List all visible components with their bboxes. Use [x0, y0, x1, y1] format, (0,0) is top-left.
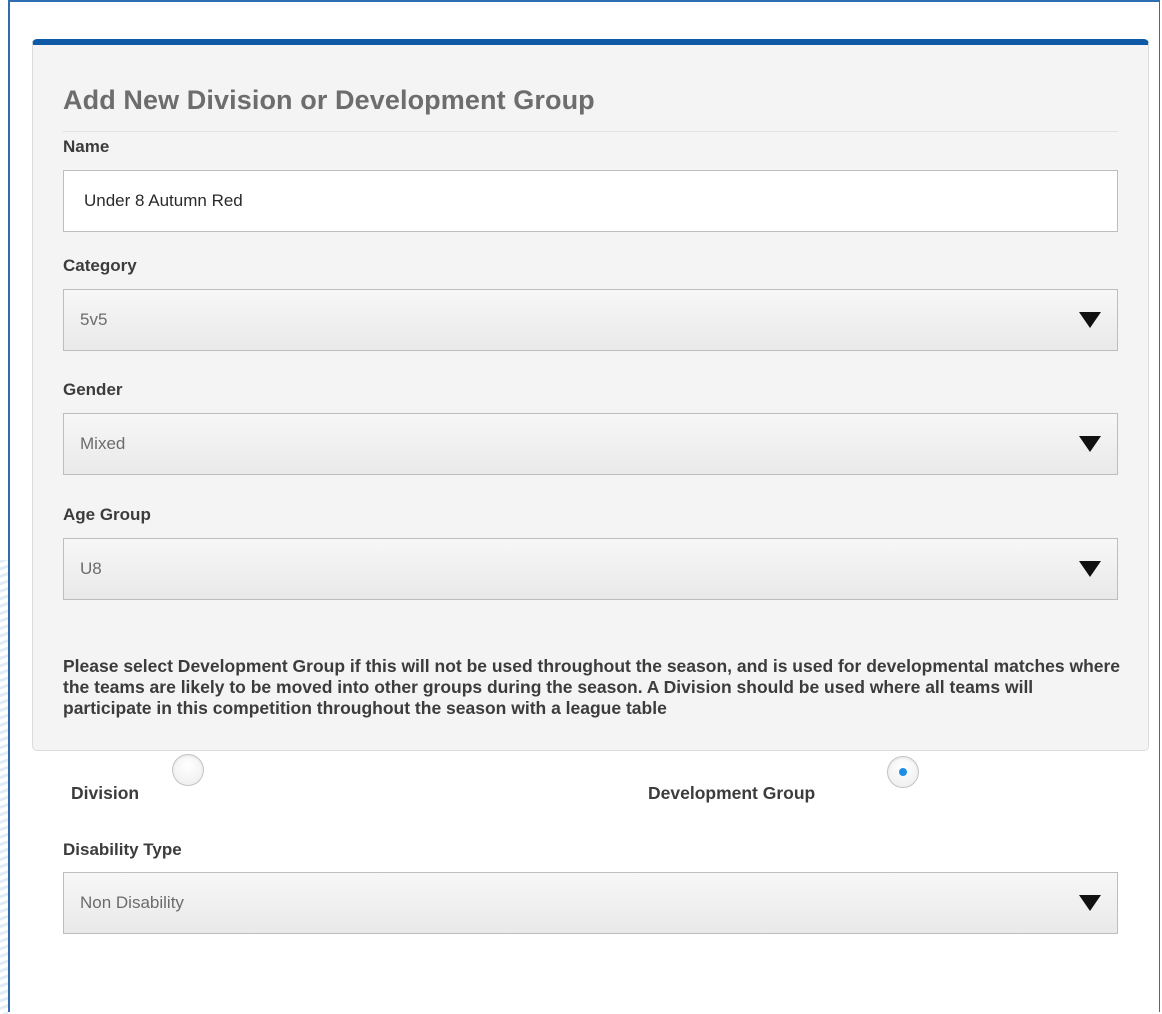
age-group-label: Age Group [63, 505, 151, 524]
disability-type-selected-value: Non Disability [80, 893, 184, 912]
name-label: Name [63, 137, 110, 156]
age-group-selected-value: U8 [80, 559, 102, 578]
gender-selected-value: Mixed [80, 434, 126, 453]
caret-down-icon [1079, 312, 1101, 328]
group-type-help-text: Please select Development Group if this … [63, 656, 1121, 718]
gender-label: Gender [63, 380, 123, 399]
division-radio-label: Division [71, 783, 140, 803]
disability-type-label: Disability Type [63, 840, 182, 859]
caret-down-icon [1079, 561, 1101, 577]
radio-selected-dot [899, 768, 907, 776]
name-input[interactable] [63, 170, 1118, 232]
category-label: Category [63, 256, 137, 275]
add-division-panel: Add New Division or Development Group Na… [32, 39, 1149, 934]
gender-select[interactable]: Mixed [63, 413, 1118, 475]
caret-down-icon [1079, 895, 1101, 911]
age-group-select[interactable]: U8 [63, 538, 1118, 600]
development-group-radio-label: Development Group [648, 783, 816, 803]
division-radio[interactable] [172, 754, 204, 786]
disability-type-select[interactable]: Non Disability [63, 872, 1118, 934]
caret-down-icon [1079, 436, 1101, 452]
category-select[interactable]: 5v5 [63, 289, 1118, 351]
title-divider [63, 131, 1118, 132]
background-decoration [0, 560, 8, 1014]
page-title: Add New Division or Development Group [63, 85, 595, 115]
category-selected-value: 5v5 [80, 310, 108, 329]
development-group-radio[interactable] [887, 756, 919, 788]
